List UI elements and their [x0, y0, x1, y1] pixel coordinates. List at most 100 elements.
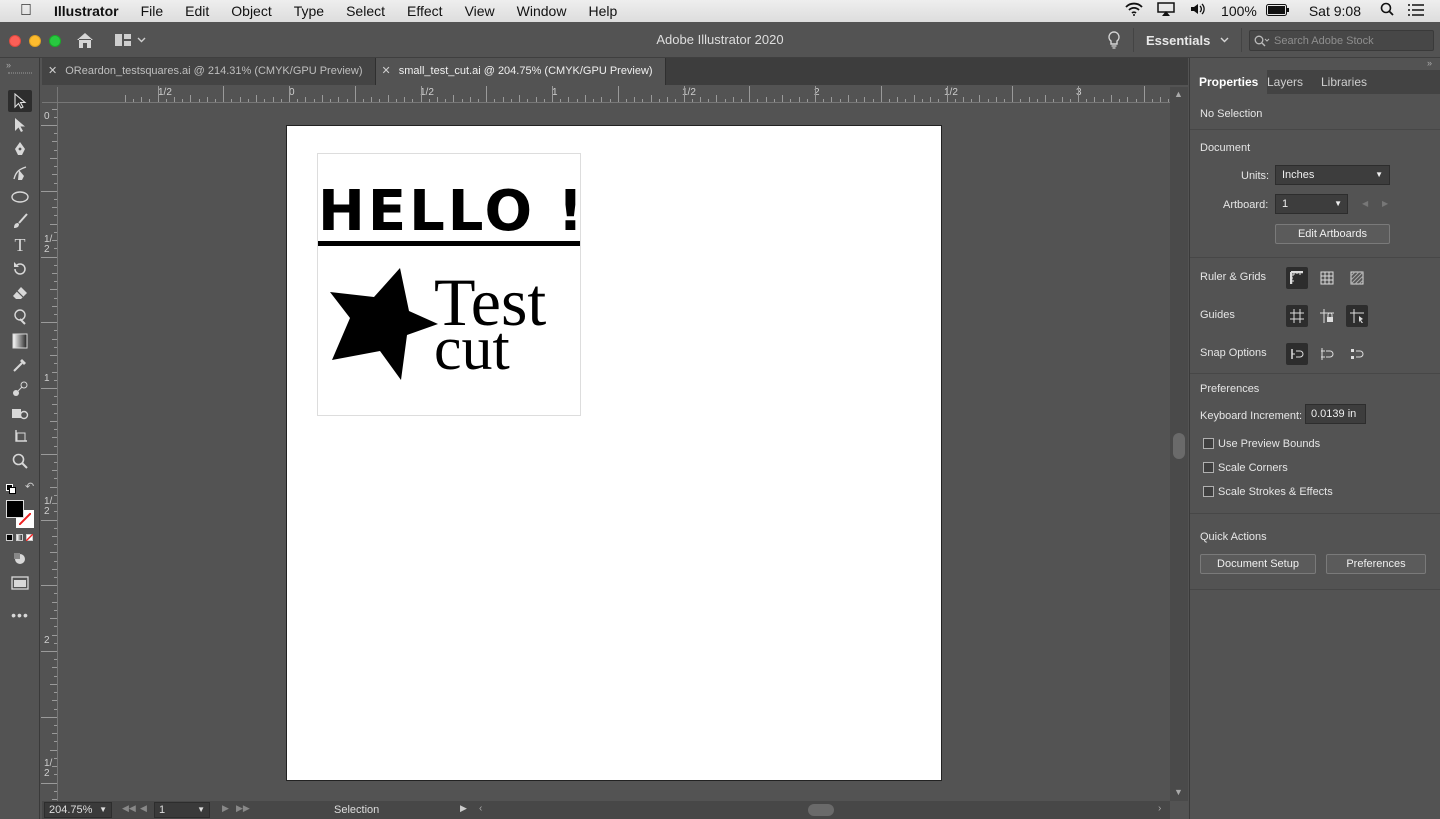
hello-underline[interactable] [318, 241, 580, 246]
wifi-icon[interactable] [1118, 0, 1150, 22]
ruler-origin[interactable] [42, 87, 58, 103]
scale-strokes-checkbox[interactable] [1203, 486, 1214, 497]
menu-object[interactable]: Object [220, 0, 282, 22]
artboard-select[interactable]: 1 ▼ [1275, 194, 1348, 214]
status-menu-icon[interactable]: ▶ [460, 803, 467, 814]
spotlight-search-icon[interactable] [1373, 0, 1401, 22]
grid-icon[interactable] [1316, 267, 1338, 289]
color-mode-icons[interactable] [6, 534, 33, 541]
workspace-switcher[interactable]: Essentials [1146, 31, 1232, 49]
airplay-icon[interactable] [1150, 0, 1182, 22]
eraser-tool-icon[interactable] [8, 282, 32, 304]
menu-file[interactable]: File [130, 0, 175, 22]
keyboard-increment-input[interactable]: 0.0139 in [1305, 404, 1366, 424]
use-preview-bounds-checkbox[interactable] [1203, 438, 1214, 449]
menu-select[interactable]: Select [335, 0, 396, 22]
home-icon[interactable] [75, 31, 95, 49]
tab-small-test-cut[interactable]: ✕ small_test_cut.ai @ 204.75% (CMYK/GPU … [375, 58, 666, 85]
gradient-icon[interactable] [16, 534, 23, 541]
use-preview-bounds-label[interactable]: Use Preview Bounds [1218, 438, 1320, 450]
paintbrush-tool-icon[interactable] [8, 210, 32, 232]
rotate-tool-icon[interactable] [8, 258, 32, 280]
zoom-level-field[interactable]: 204.75% ▼ [44, 802, 112, 818]
drawing-modes-icon[interactable] [8, 548, 32, 570]
stock-search-field[interactable]: Search Adobe Stock [1249, 30, 1434, 51]
vertical-scrollbar[interactable]: ▲ ▼ [1170, 87, 1188, 801]
zoom-window-button[interactable] [49, 35, 61, 47]
next-artboard-icon[interactable]: ▶ [222, 803, 229, 814]
minimize-window-button[interactable] [29, 35, 41, 47]
direct-selection-tool-icon[interactable] [8, 114, 32, 136]
tab-layers[interactable]: Layers [1258, 70, 1312, 94]
swap-fill-stroke-icon[interactable]: ↶ [25, 480, 34, 493]
cut-text[interactable]: cut [434, 318, 510, 380]
artwork-group[interactable]: HELLO ! Test cut [317, 153, 583, 416]
notification-center-icon[interactable] [1401, 0, 1440, 22]
menu-effect[interactable]: Effect [396, 0, 454, 22]
first-artboard-icon[interactable]: ◀◀ [122, 803, 136, 814]
menu-window[interactable]: Window [506, 0, 578, 22]
horizontal-ruler[interactable]: 1/2 0 1/2 1 1/2 2 1/2 3 [58, 86, 1170, 103]
preferences-button[interactable]: Preferences [1326, 554, 1426, 574]
snap-to-grid-icon[interactable] [1316, 343, 1338, 365]
edit-artboards-button[interactable]: Edit Artboards [1275, 224, 1390, 244]
show-guides-icon[interactable] [1286, 305, 1308, 327]
vertical-ruler[interactable]: 0 1/2 1 1/2 2 1/2 [41, 103, 58, 801]
artboard-tool-icon[interactable] [8, 426, 32, 448]
last-artboard-icon[interactable]: ▶▶ [236, 803, 250, 814]
puppet-warp-tool-icon[interactable] [8, 306, 32, 328]
selection-tool-icon[interactable] [8, 90, 32, 112]
vertical-scroll-thumb[interactable] [1173, 433, 1185, 459]
menu-help[interactable]: Help [577, 0, 628, 22]
previous-artboard-icon[interactable]: ◀ [1362, 199, 1368, 208]
scroll-right-icon[interactable]: › [1158, 803, 1161, 814]
menu-edit[interactable]: Edit [174, 0, 220, 22]
snap-to-point-icon[interactable] [1286, 343, 1308, 365]
edit-toolbar-icon[interactable]: ••• [8, 604, 32, 626]
smart-guides-icon[interactable] [1346, 305, 1368, 327]
tab-libraries[interactable]: Libraries [1312, 70, 1376, 94]
default-fill-stroke-icon[interactable] [6, 481, 16, 494]
pen-tool-icon[interactable] [8, 138, 32, 160]
snap-to-pixel-icon[interactable] [1346, 343, 1368, 365]
collapse-toolbar-icon[interactable]: » [6, 60, 11, 70]
color-icon[interactable] [6, 534, 13, 541]
eyedropper-tool-icon[interactable] [8, 354, 32, 376]
apple-menu-icon[interactable]:  [0, 0, 43, 22]
document-setup-button[interactable]: Document Setup [1200, 554, 1316, 574]
clock[interactable]: Sat 9:08 [1297, 0, 1373, 22]
hello-text[interactable]: HELLO ! [318, 182, 583, 242]
previous-artboard-icon[interactable]: ◀ [140, 803, 147, 814]
symbol-sprayer-tool-icon[interactable] [8, 402, 32, 424]
transparency-grid-icon[interactable] [1346, 267, 1368, 289]
scroll-up-icon[interactable]: ▲ [1174, 89, 1183, 99]
arrange-documents-icon[interactable] [114, 32, 152, 48]
scroll-down-icon[interactable]: ▼ [1174, 787, 1183, 797]
close-tab-icon[interactable]: ✕ [48, 58, 57, 85]
menu-view[interactable]: View [454, 0, 506, 22]
close-window-button[interactable] [9, 35, 21, 47]
lightbulb-icon[interactable] [1106, 31, 1122, 49]
star-shape[interactable] [328, 266, 440, 382]
units-select[interactable]: Inches ▼ [1275, 165, 1390, 185]
volume-icon[interactable] [1182, 0, 1214, 22]
scale-strokes-label[interactable]: Scale Strokes & Effects [1218, 486, 1333, 498]
horizontal-scroll-thumb[interactable] [808, 804, 834, 816]
ruler-icon[interactable] [1286, 267, 1308, 289]
menu-type[interactable]: Type [283, 0, 335, 22]
current-tool-status[interactable]: Selection [334, 804, 379, 816]
artboard-number-field[interactable]: 1 ▼ [154, 802, 210, 818]
tab-oreardon-testsquares[interactable]: ✕ OReardon_testsquares.ai @ 214.31% (CMY… [42, 58, 376, 85]
ellipse-tool-icon[interactable] [8, 186, 32, 208]
collapse-panel-icon[interactable]: » [1427, 58, 1432, 68]
app-menu[interactable]: Illustrator [43, 0, 130, 22]
lock-guides-icon[interactable] [1316, 305, 1338, 327]
blend-tool-icon[interactable] [8, 378, 32, 400]
scale-corners-checkbox[interactable] [1203, 462, 1214, 473]
close-tab-icon[interactable]: ✕ [382, 58, 391, 85]
type-tool-icon[interactable]: T [8, 234, 32, 256]
screen-mode-icon[interactable] [8, 572, 32, 594]
none-icon[interactable] [26, 534, 33, 541]
scroll-left-icon[interactable]: ‹ [479, 803, 482, 814]
next-artboard-icon[interactable]: ▶ [1382, 199, 1388, 208]
